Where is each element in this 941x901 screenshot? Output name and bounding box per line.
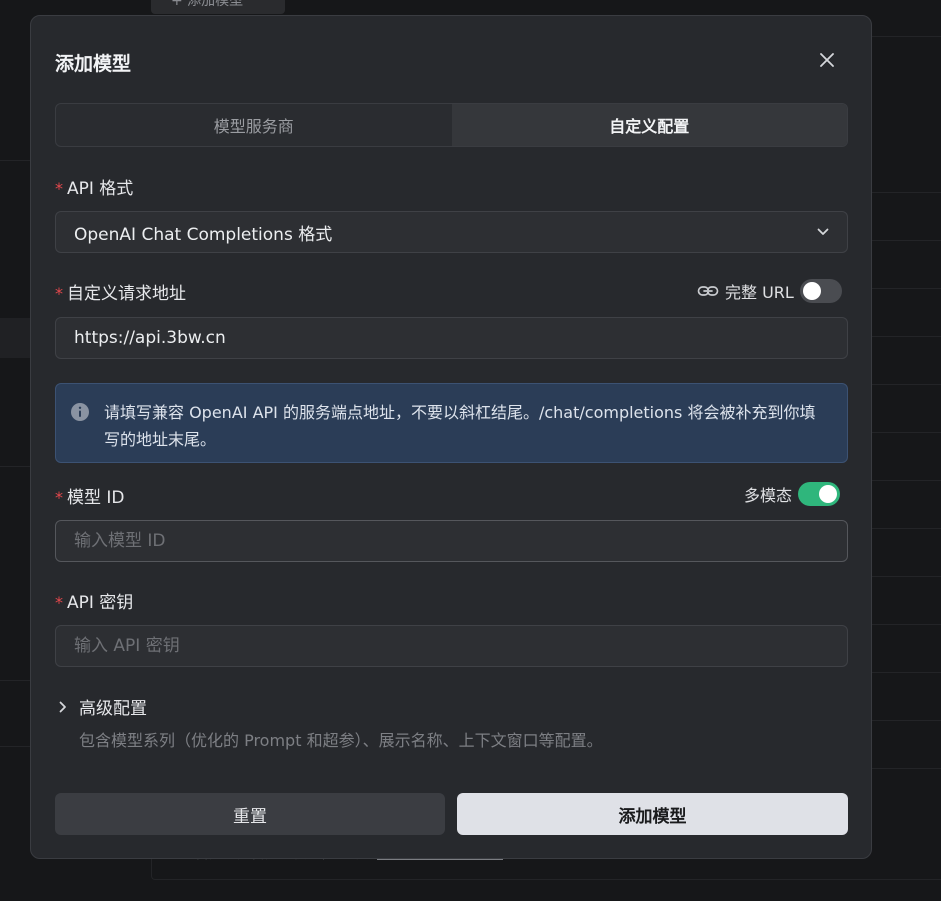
toggle-knob: [802, 282, 821, 300]
background-row-divider: [860, 384, 941, 385]
full-url-control: 完整 URL: [697, 279, 842, 303]
full-url-toggle[interactable]: [799, 279, 842, 303]
endpoint-info-alert: 请填写兼容 OpenAI API 的服务端点地址，不要以斜杠结尾。/chat/c…: [55, 383, 848, 463]
chevron-right-icon: [59, 701, 66, 712]
background-row-divider: [860, 288, 941, 289]
api-key-field[interactable]: [55, 625, 848, 667]
api-key-input[interactable]: [74, 636, 829, 656]
api-format-label: * API 格式: [55, 179, 134, 199]
required-marker: *: [55, 179, 63, 198]
add-model-dialog: 添加模型 模型服务商 自定义配置 * API 格式 OpenAI Chat Co…: [30, 15, 872, 859]
background-row-divider: [860, 336, 941, 337]
endpoint-field[interactable]: [55, 317, 848, 359]
background-row-divider: [860, 768, 941, 769]
tab-custom-config[interactable]: 自定义配置: [451, 104, 847, 146]
endpoint-label: * 自定义请求地址: [55, 284, 186, 304]
dialog-title: 添加模型: [55, 53, 132, 75]
full-url-label: 完整 URL: [725, 283, 794, 302]
multimodal-label: 多模态: [744, 486, 793, 505]
advanced-config-description: 包含模型系列（优化的 Prompt 和超参）、展示名称、上下文窗口等配置。: [79, 731, 603, 750]
background-left-highlight: [0, 318, 30, 358]
background-left-divider: [0, 680, 30, 681]
api-key-label: * API 密钥: [55, 593, 134, 613]
api-format-value: OpenAI Chat Completions 格式: [74, 224, 333, 245]
multimodal-control: 多模态: [744, 482, 841, 506]
link-icon: [697, 286, 719, 296]
background-row-divider: [860, 576, 941, 577]
required-marker: *: [55, 284, 63, 303]
info-icon: [71, 403, 89, 421]
background-row-divider: [860, 624, 941, 625]
background-row-divider: [860, 720, 941, 721]
background-row-divider: [860, 672, 941, 673]
background-add-model-button: + 添加模型: [151, 0, 285, 14]
advanced-config-label: 高级配置: [79, 699, 147, 719]
config-tabs: 模型服务商 自定义配置: [55, 103, 848, 147]
tab-model-provider[interactable]: 模型服务商: [56, 104, 452, 146]
add-model-button[interactable]: 添加模型: [457, 793, 848, 835]
close-button[interactable]: [815, 48, 839, 72]
background-row-divider: [860, 240, 941, 241]
required-marker: *: [55, 488, 63, 507]
reset-button[interactable]: 重置: [55, 793, 445, 835]
background-row-divider: [860, 432, 941, 433]
model-id-field[interactable]: [55, 520, 848, 562]
model-id-input[interactable]: [74, 531, 829, 551]
multimodal-toggle[interactable]: [798, 482, 841, 506]
endpoint-input[interactable]: [74, 328, 829, 348]
toggle-knob: [819, 485, 838, 503]
background-row-divider: [860, 480, 941, 481]
background-left-divider: [0, 746, 30, 747]
background-row-divider: [860, 192, 941, 193]
background-row-divider: [860, 528, 941, 529]
api-format-select[interactable]: OpenAI Chat Completions 格式: [55, 211, 848, 253]
background-left-divider: [0, 160, 30, 161]
close-icon: [820, 53, 834, 67]
chevron-down-icon: [817, 228, 829, 235]
required-marker: *: [55, 593, 63, 612]
model-id-label: * 模型 ID: [55, 488, 125, 508]
background-left-divider: [0, 466, 30, 467]
info-text: 请填写兼容 OpenAI API 的服务端点地址，不要以斜杠结尾。/chat/c…: [104, 403, 816, 449]
advanced-config-toggle[interactable]: 高级配置: [59, 694, 147, 719]
